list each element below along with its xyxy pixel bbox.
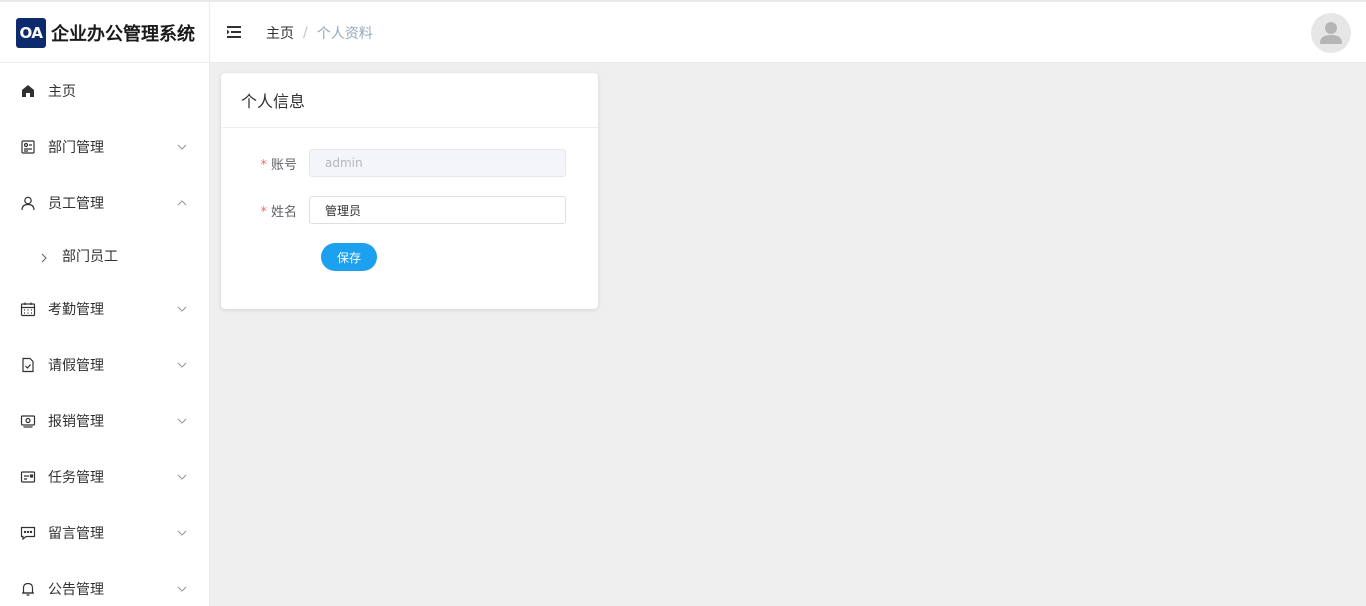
sidebar-item-label: 任务管理 bbox=[48, 470, 104, 486]
bell-icon bbox=[20, 581, 36, 597]
name-label: * 姓名 bbox=[221, 201, 309, 220]
breadcrumb-home[interactable]: 主页 bbox=[266, 23, 294, 43]
department-icon bbox=[20, 139, 36, 155]
chevron-down-icon bbox=[177, 582, 187, 592]
required-mark: * bbox=[260, 157, 267, 173]
chevron-down-icon bbox=[177, 414, 187, 424]
chevron-down-icon bbox=[177, 358, 187, 368]
top-navbar: OA 企业办公管理系统 主页 / 个人资料 bbox=[0, 0, 1366, 63]
sidebar-item-employee[interactable]: 员工管理 bbox=[0, 175, 209, 231]
name-input[interactable] bbox=[309, 196, 566, 224]
profile-card: 个人信息 *账号 *姓名 保存 bbox=[221, 73, 598, 309]
card-title: 个人信息 bbox=[221, 73, 598, 128]
breadcrumb: 主页 / 个人资料 bbox=[266, 23, 373, 43]
sidebar-item-task[interactable]: 任务管理 bbox=[0, 449, 209, 505]
chevron-up-icon bbox=[177, 196, 187, 206]
app-title: 企业办公管理系统 bbox=[51, 23, 195, 45]
chevron-down-icon bbox=[177, 470, 187, 480]
chevron-down-icon bbox=[177, 302, 187, 312]
breadcrumb-current: 个人资料 bbox=[316, 26, 373, 42]
sidebar-item-message[interactable]: 留言管理 bbox=[0, 505, 209, 561]
sidebar-item-notice[interactable]: 公告管理 bbox=[0, 561, 209, 606]
name-label-text: 姓名 bbox=[270, 204, 297, 220]
money-icon bbox=[20, 413, 36, 429]
sidebar-item-label: 报销管理 bbox=[48, 414, 104, 430]
sidebar-item-department[interactable]: 部门管理 bbox=[0, 119, 209, 175]
sidebar-item-home[interactable]: 主页 bbox=[0, 63, 209, 119]
home-icon bbox=[20, 83, 36, 99]
sidebar-item-label: 公告管理 bbox=[48, 582, 104, 598]
sidebar-subitem-label: 部门员工 bbox=[62, 249, 118, 265]
sidebar-item-label: 考勤管理 bbox=[48, 302, 104, 318]
chevron-down-icon bbox=[177, 526, 187, 536]
task-card-icon bbox=[20, 469, 36, 485]
sidebar-item-label: 请假管理 bbox=[48, 358, 104, 374]
account-label: * 账号 bbox=[221, 154, 309, 173]
required-mark: * bbox=[260, 204, 267, 220]
calendar-icon bbox=[20, 301, 36, 317]
save-button[interactable]: 保存 bbox=[321, 243, 377, 271]
logo-badge: OA bbox=[16, 17, 46, 48]
sidebar-item-label: 主页 bbox=[48, 84, 76, 100]
logo-area: OA 企业办公管理系统 bbox=[0, 2, 210, 63]
sidebar-item-label: 部门管理 bbox=[48, 140, 104, 156]
sidebar-subitem-department-employees[interactable]: 部门员工 bbox=[0, 231, 209, 281]
breadcrumb-separator: / bbox=[303, 25, 308, 41]
name-form-row: * 姓名 bbox=[221, 196, 598, 224]
sidebar: 主页 部门管理 员工管理 部门员工 考勤管理 请假管理 报销管理 任务管理 留言… bbox=[0, 63, 210, 606]
account-form-row: * 账号 bbox=[221, 149, 598, 177]
chevron-right-icon bbox=[40, 251, 48, 263]
sidebar-item-attendance[interactable]: 考勤管理 bbox=[0, 281, 209, 337]
user-avatar[interactable] bbox=[1311, 13, 1351, 53]
sidebar-item-reimbursement[interactable]: 报销管理 bbox=[0, 393, 209, 449]
chat-icon bbox=[20, 525, 36, 541]
sidebar-item-label: 员工管理 bbox=[48, 196, 104, 212]
sidebar-toggle-icon[interactable] bbox=[226, 24, 242, 40]
document-check-icon bbox=[20, 357, 36, 373]
sidebar-item-leave[interactable]: 请假管理 bbox=[0, 337, 209, 393]
user-icon bbox=[20, 195, 36, 211]
account-input bbox=[309, 149, 566, 177]
sidebar-item-label: 留言管理 bbox=[48, 526, 104, 542]
account-label-text: 账号 bbox=[270, 157, 297, 173]
chevron-down-icon bbox=[177, 140, 187, 150]
